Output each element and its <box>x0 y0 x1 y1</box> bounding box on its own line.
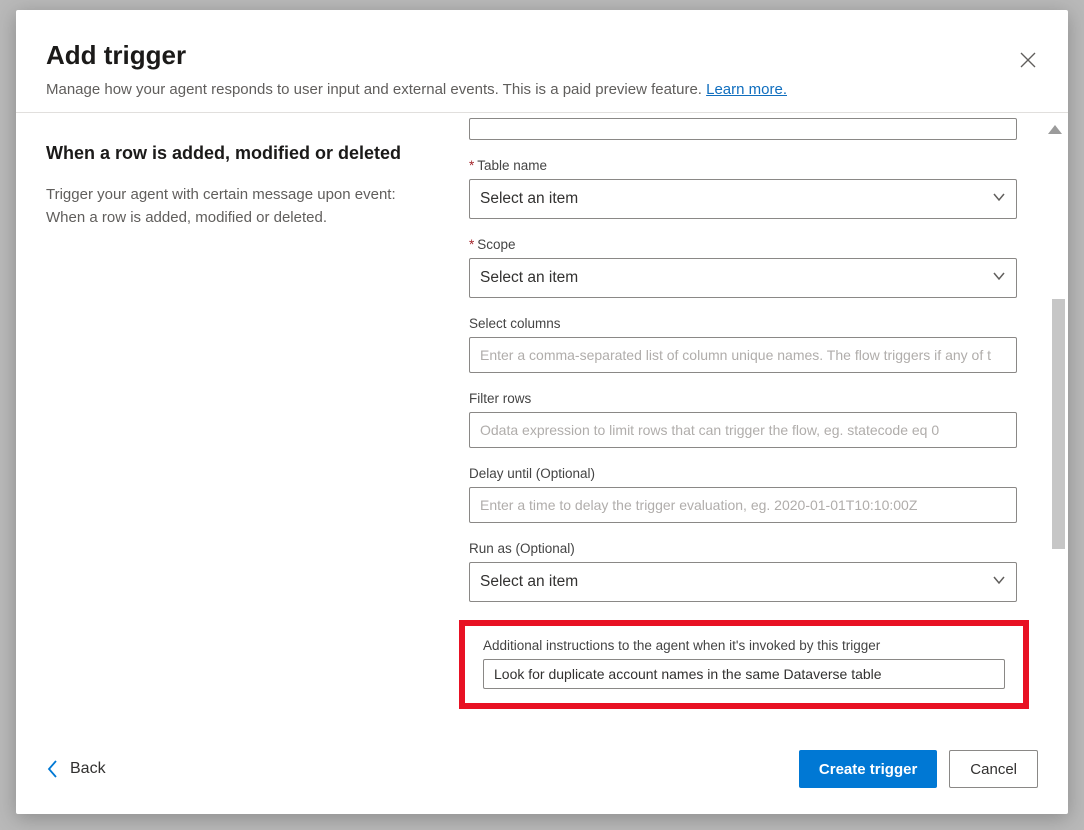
dialog-title: Add trigger <box>46 40 1038 71</box>
required-indicator: * <box>469 237 474 252</box>
subtitle-text: Manage how your agent responds to user i… <box>46 81 706 98</box>
run-as-select[interactable]: Select an item <box>469 562 1017 602</box>
table-name-group: *Table name Select an item <box>469 158 1017 219</box>
back-button[interactable]: Back <box>46 758 106 780</box>
trigger-type-description: Trigger your agent with certain message … <box>46 184 421 229</box>
back-label: Back <box>70 760 106 778</box>
table-name-select[interactable]: Select an item <box>469 179 1017 219</box>
learn-more-link[interactable]: Learn more. <box>706 81 787 98</box>
instructions-label: Additional instructions to the agent whe… <box>483 638 1005 653</box>
scope-label: *Scope <box>469 237 1017 252</box>
dialog-footer: Back Create trigger Cancel <box>16 730 1068 814</box>
scope-group: *Scope Select an item <box>469 237 1017 298</box>
delay-until-input[interactable] <box>469 487 1017 523</box>
add-trigger-dialog: Add trigger Manage how your agent respon… <box>16 10 1068 814</box>
instructions-group: Additional instructions to the agent whe… <box>483 638 1005 689</box>
scrollbar-thumb[interactable] <box>1052 299 1065 549</box>
required-indicator: * <box>469 158 474 173</box>
chevron-down-icon <box>992 269 1006 288</box>
table-name-label: *Table name <box>469 158 1017 173</box>
instructions-input[interactable] <box>483 659 1005 689</box>
dialog-header: Add trigger Manage how your agent respon… <box>16 10 1068 113</box>
scope-select[interactable]: Select an item <box>469 258 1017 298</box>
select-columns-input[interactable] <box>469 337 1017 373</box>
run-as-group: Run as (Optional) Select an item <box>469 541 1017 602</box>
select-columns-label: Select columns <box>469 316 1017 331</box>
dialog-subtitle: Manage how your agent responds to user i… <box>46 81 1038 98</box>
select-value: Select an item <box>480 269 578 287</box>
filter-rows-group: Filter rows <box>469 391 1017 448</box>
create-trigger-button[interactable]: Create trigger <box>799 750 937 788</box>
chevron-down-icon <box>992 190 1006 209</box>
trigger-type-title: When a row is added, modified or deleted <box>46 143 421 164</box>
label-text: Table name <box>477 158 547 173</box>
dialog-body: When a row is added, modified or deleted… <box>16 113 1068 730</box>
label-text: Scope <box>477 237 515 252</box>
chevron-down-icon <box>992 573 1006 592</box>
select-columns-group: Select columns <box>469 316 1017 373</box>
select-value: Select an item <box>480 573 578 591</box>
filter-rows-input[interactable] <box>469 412 1017 448</box>
cancel-button[interactable]: Cancel <box>949 750 1038 788</box>
form-pane[interactable]: *Table name Select an item *Scope Select… <box>451 113 1068 730</box>
filter-rows-label: Filter rows <box>469 391 1017 406</box>
scroll-up-icon[interactable] <box>1048 125 1062 134</box>
delay-until-group: Delay until (Optional) <box>469 466 1017 523</box>
left-pane: When a row is added, modified or deleted… <box>16 113 451 730</box>
partial-field-above[interactable] <box>469 118 1017 140</box>
close-icon <box>1019 51 1037 69</box>
instructions-highlight: Additional instructions to the agent whe… <box>459 620 1029 709</box>
chevron-left-icon <box>46 758 60 780</box>
run-as-label: Run as (Optional) <box>469 541 1017 556</box>
delay-until-label: Delay until (Optional) <box>469 466 1017 481</box>
close-button[interactable] <box>1014 46 1042 74</box>
footer-actions: Create trigger Cancel <box>799 750 1038 788</box>
select-value: Select an item <box>480 190 578 208</box>
